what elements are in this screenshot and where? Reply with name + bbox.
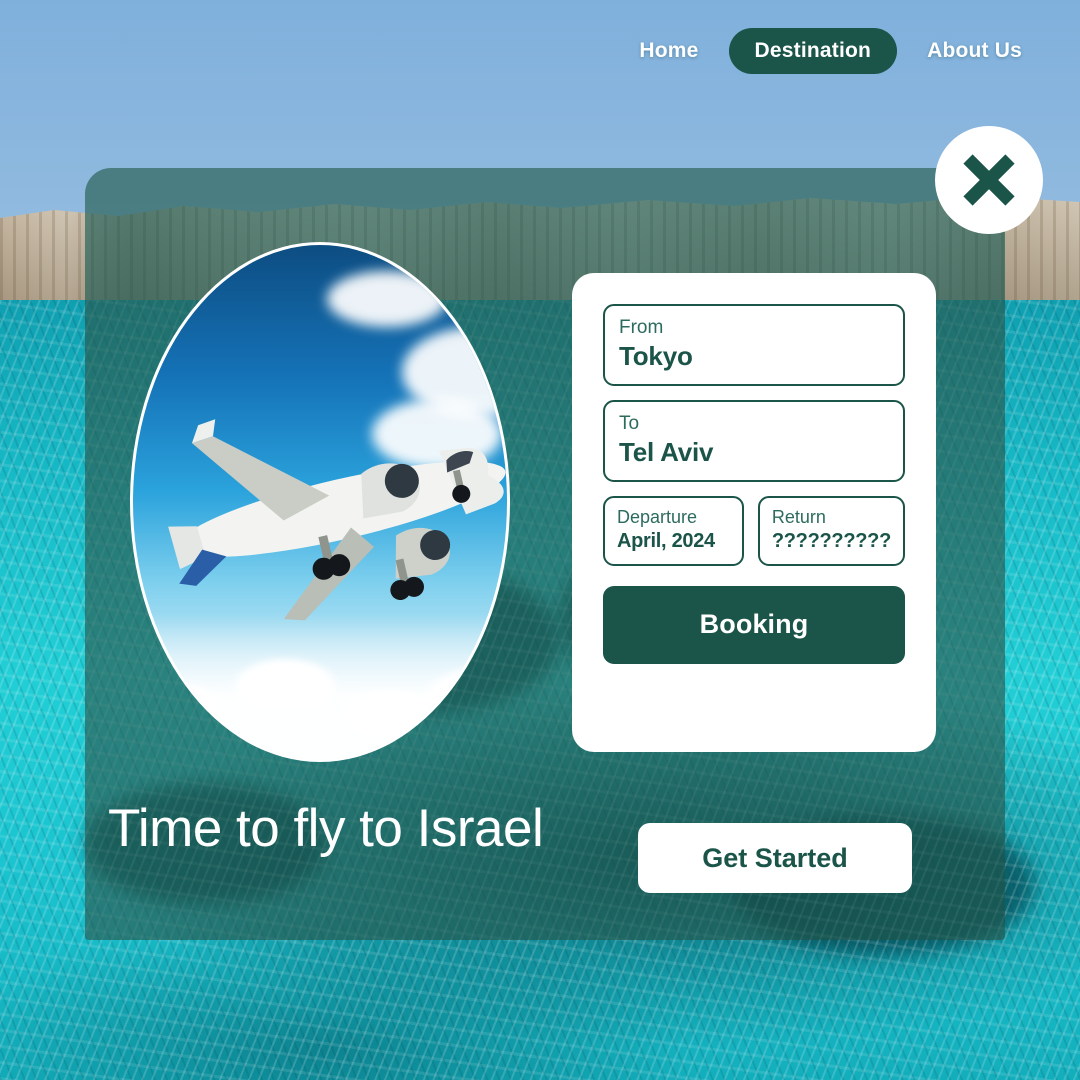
airplane-illustration xyxy=(168,419,506,621)
from-field[interactable]: From Tokyo xyxy=(603,304,905,386)
close-button[interactable] xyxy=(935,126,1043,234)
top-navigation: Home Destination About Us xyxy=(621,28,1040,74)
airplane-photo xyxy=(130,242,510,762)
nav-item-about-us[interactable]: About Us xyxy=(909,28,1040,74)
return-value: ?????????? xyxy=(771,529,891,552)
nav-item-destination[interactable]: Destination xyxy=(728,28,898,74)
from-label: From xyxy=(619,317,664,338)
to-label: To xyxy=(619,413,640,434)
hero-headline: Time to fly to Israel xyxy=(108,799,544,858)
nav-item-home[interactable]: Home xyxy=(621,28,716,74)
booking-button[interactable]: Booking xyxy=(603,585,905,664)
to-value: Tel Aviv xyxy=(619,436,714,467)
get-started-button[interactable]: Get Started xyxy=(638,823,912,893)
return-label: Return xyxy=(771,507,826,527)
return-field[interactable]: Return ?????????? xyxy=(757,496,905,566)
date-row: Departure April, 2024 Return ?????????? xyxy=(603,496,905,566)
booking-card: From Tokyo To Tel Aviv Departure April, … xyxy=(572,273,936,752)
departure-label: Departure xyxy=(617,507,698,527)
to-field[interactable]: To Tel Aviv xyxy=(603,400,905,482)
departure-value: April, 2024 xyxy=(617,529,715,552)
departure-field[interactable]: Departure April, 2024 xyxy=(603,496,744,566)
close-icon xyxy=(963,154,1015,206)
from-value: Tokyo xyxy=(619,340,693,371)
